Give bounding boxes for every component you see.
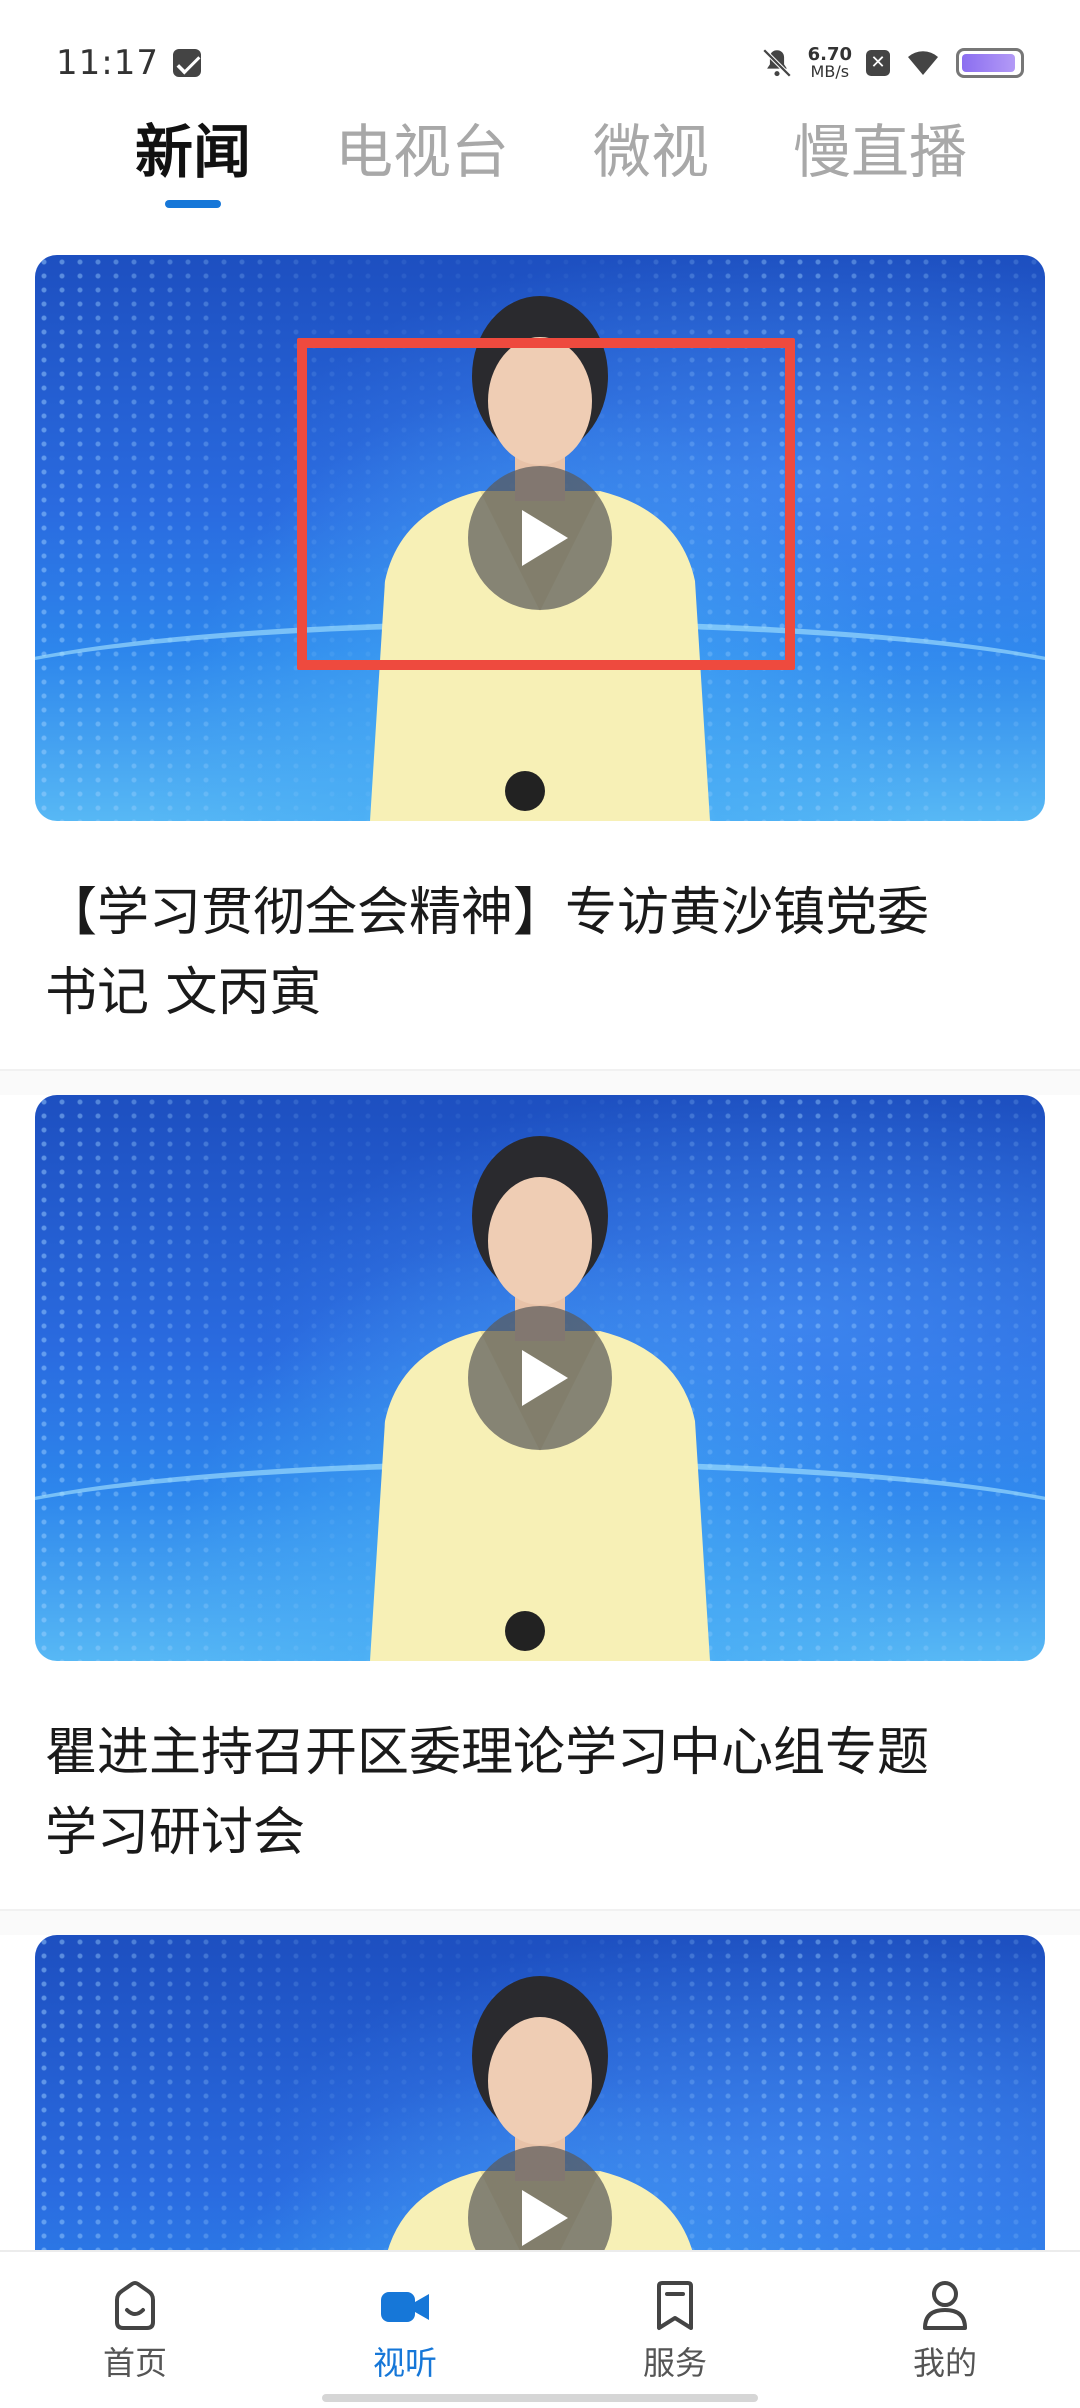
nav-mine-label: 我的: [912, 2344, 977, 2382]
nav-mine[interactable]: 我的: [845, 2278, 1045, 2384]
status-right: 6.70 MB/s ✕: [760, 43, 1024, 81]
status-bar: 11:17 6.70 MB/s ✕: [0, 0, 1080, 125]
card-title-line: 【学习贯彻全会精神】专访黄沙镇党委: [45, 883, 930, 943]
network-speed-value: 6.70: [807, 43, 852, 65]
play-button[interactable]: [468, 1306, 612, 1450]
close-badge-icon: ✕: [866, 49, 890, 76]
video-camera-icon: [381, 2292, 429, 2322]
category-tabs: 新闻 电视台 微视 慢直播: [0, 118, 1080, 228]
active-tab-indicator: [165, 199, 221, 208]
nav-audio-video[interactable]: 视听: [305, 2278, 505, 2384]
tab-slow-live-label: 慢直播: [793, 118, 968, 186]
tab-news-label: 新闻: [135, 118, 252, 186]
nav-audio-video-label: 视听: [372, 2344, 437, 2382]
news-feed: 【学习贯彻全会精神】专访黄沙镇党委 书记 文丙寅 瞿进主持召开区委理论学习中心组…: [0, 255, 1080, 2408]
nav-services[interactable]: 服务: [575, 2278, 775, 2384]
message-notification-icon: [172, 48, 201, 77]
tab-tv-station-label: 电视台: [335, 118, 510, 186]
nav-home-label: 首页: [102, 2344, 167, 2382]
status-time: 11:17: [56, 42, 159, 83]
nav-home[interactable]: 首页: [35, 2278, 235, 2384]
card-divider: [0, 1069, 1080, 1095]
card-title-line: 学习研讨会: [45, 1803, 306, 1863]
tab-tv-station[interactable]: 电视台: [335, 118, 509, 188]
bookmark-icon: [657, 2281, 693, 2330]
home-icon: [115, 2281, 155, 2330]
status-left: 11:17: [56, 43, 201, 83]
bell-muted-icon: [762, 48, 791, 77]
battery-fill: [962, 53, 1016, 72]
wifi-icon: [908, 50, 938, 75]
nav-services-label: 服务: [642, 2344, 707, 2382]
play-icon: [522, 2190, 568, 2246]
card-title-line: 瞿进主持召开区委理论学习中心组专题: [45, 1723, 930, 1783]
tab-news[interactable]: 新闻: [135, 118, 252, 208]
video-thumbnail[interactable]: [35, 1095, 1045, 1661]
tab-micro-video-label: 微视: [593, 118, 710, 186]
news-card[interactable]: 【学习贯彻全会精神】专访黄沙镇党委 书记 文丙寅: [0, 255, 1080, 1095]
tab-slow-live[interactable]: 慢直播: [793, 118, 967, 188]
card-divider: [0, 1909, 1080, 1935]
news-card[interactable]: 瞿进主持召开区委理论学习中心组专题 学习研讨会: [0, 1095, 1080, 1935]
card-title[interactable]: 【学习贯彻全会精神】专访黄沙镇党委 书记 文丙寅: [0, 821, 1080, 1069]
play-icon: [522, 1350, 568, 1406]
screen: 11:17 6.70 MB/s ✕ 新闻 电视台 微视 慢直播 【学习贯彻全会精…: [0, 0, 1080, 2408]
person-icon: [923, 2281, 967, 2330]
bottom-nav: 首页 视听 服务 我的: [0, 2250, 1080, 2408]
network-speed-unit: MB/s: [810, 61, 850, 81]
highlight-box: [297, 338, 795, 670]
card-title[interactable]: 瞿进主持召开区委理论学习中心组专题 学习研讨会: [0, 1661, 1080, 1909]
battery-icon: [956, 47, 1024, 78]
video-thumbnail[interactable]: [35, 255, 1045, 821]
network-speed: 6.70 MB/s: [807, 43, 852, 81]
home-indicator[interactable]: [322, 2394, 758, 2402]
card-title-line: 书记 文丙寅: [45, 963, 322, 1023]
tab-micro-video[interactable]: 微视: [593, 118, 709, 188]
